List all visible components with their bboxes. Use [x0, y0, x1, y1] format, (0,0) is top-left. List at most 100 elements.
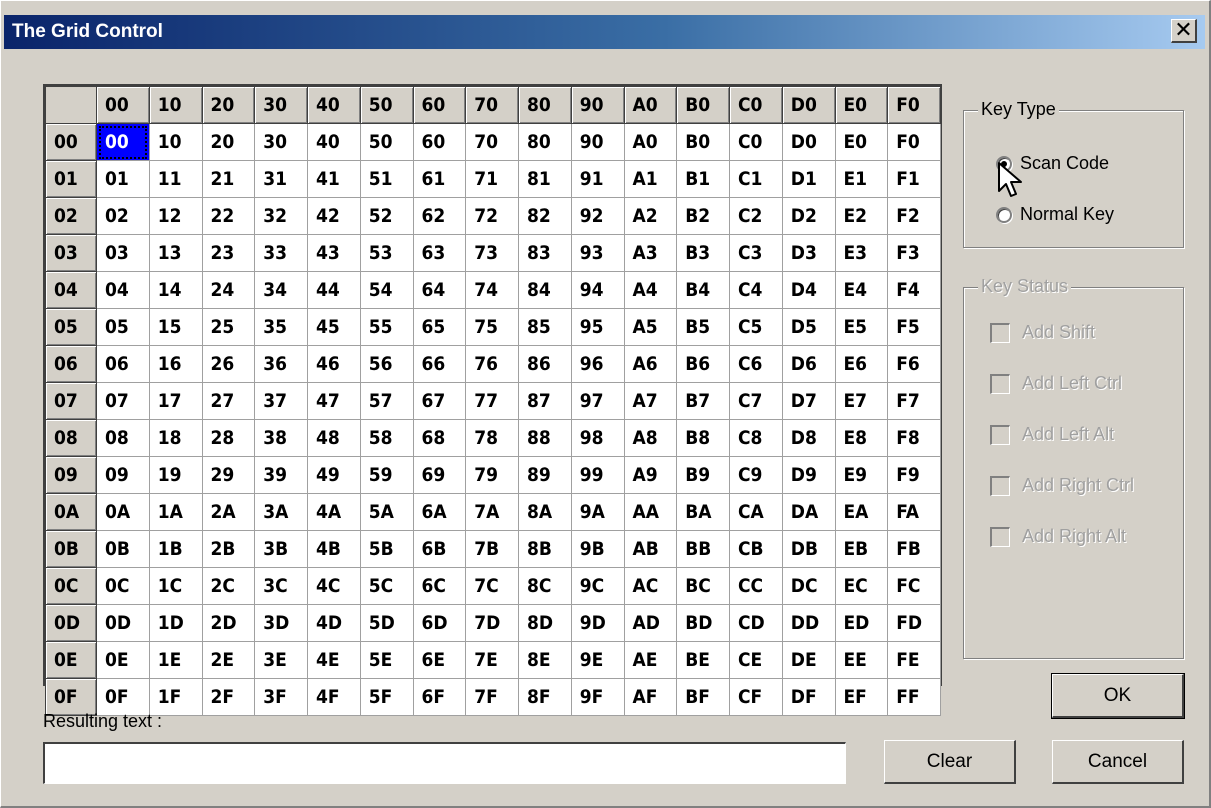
grid-cell[interactable]: 90	[570, 123, 625, 161]
grid-cell[interactable]: 65	[412, 308, 467, 346]
grid-cell[interactable]: 34	[254, 271, 308, 309]
grid-cell[interactable]: 2F	[201, 678, 256, 716]
grid-cell[interactable]: 8E	[518, 641, 572, 679]
grid-cell[interactable]: 21	[201, 160, 256, 198]
grid-cell[interactable]: A8	[623, 419, 678, 457]
grid-cell[interactable]: B5	[676, 308, 730, 346]
grid-cell[interactable]: 91	[570, 160, 625, 198]
grid-cell[interactable]: 54	[359, 271, 414, 309]
grid-cell[interactable]: 6D	[412, 604, 467, 642]
grid-cell[interactable]: E9	[834, 456, 889, 494]
grid-cell[interactable]: A4	[623, 271, 678, 309]
grid-cell[interactable]: F9	[887, 456, 941, 494]
grid-cell[interactable]: 4D	[307, 604, 361, 642]
grid-cell[interactable]: 36	[254, 345, 308, 383]
grid-cell[interactable]: A2	[623, 197, 678, 235]
grid-cell[interactable]: CB	[729, 530, 783, 568]
grid-cell[interactable]: A7	[623, 382, 678, 420]
grid-cell[interactable]: 61	[412, 160, 467, 198]
grid-cell[interactable]: FE	[887, 641, 941, 679]
grid-cell[interactable]: F3	[887, 234, 941, 272]
grid-cell[interactable]: B8	[676, 419, 730, 457]
grid-cell[interactable]: 66	[412, 345, 467, 383]
grid-cell[interactable]: 19	[148, 456, 203, 494]
grid-cell[interactable]: 64	[412, 271, 467, 309]
grid-cell[interactable]: 23	[201, 234, 256, 272]
grid-cell[interactable]: 9E	[570, 641, 625, 679]
grid-cell[interactable]: 5E	[359, 641, 414, 679]
grid-cell[interactable]: 46	[307, 345, 361, 383]
grid-cell[interactable]: B7	[676, 382, 730, 420]
grid-cell[interactable]: 7D	[465, 604, 519, 642]
grid-cell[interactable]: A0	[623, 123, 678, 161]
grid-cell[interactable]: 30	[254, 123, 308, 161]
radio-normal-key[interactable]: Normal Key	[996, 204, 1114, 225]
grid-cell[interactable]: A9	[623, 456, 678, 494]
grid-cell[interactable]: 1C	[148, 567, 203, 605]
grid-cell[interactable]: D9	[781, 456, 836, 494]
grid-cell[interactable]: 6E	[412, 641, 467, 679]
grid-cell[interactable]: 37	[254, 382, 308, 420]
grid-cell[interactable]: 85	[518, 308, 572, 346]
grid-cell[interactable]: 06	[96, 345, 150, 383]
grid-cell[interactable]: 3C	[254, 567, 308, 605]
checkbox-add-shift[interactable]: Add Shift	[990, 322, 1095, 343]
grid-cell[interactable]: 45	[307, 308, 361, 346]
grid-cell[interactable]: 53	[359, 234, 414, 272]
grid-cell[interactable]: 59	[359, 456, 414, 494]
grid-cell[interactable]: 5D	[359, 604, 414, 642]
grid-cell[interactable]: 92	[570, 197, 625, 235]
grid-cell[interactable]: C4	[729, 271, 783, 309]
grid-cell[interactable]: 80	[518, 123, 572, 161]
grid-cell[interactable]: 1E	[148, 641, 203, 679]
grid-cell[interactable]: 2D	[201, 604, 256, 642]
grid-cell[interactable]: 57	[359, 382, 414, 420]
grid-cell[interactable]: 14	[148, 271, 203, 309]
grid-cell[interactable]: 41	[307, 160, 361, 198]
grid-cell[interactable]: 68	[412, 419, 467, 457]
grid-cell[interactable]: 5A	[359, 493, 414, 531]
grid-cell[interactable]: F4	[887, 271, 941, 309]
grid-cell[interactable]: 39	[254, 456, 308, 494]
grid-cell[interactable]: FA	[887, 493, 941, 531]
grid-cell[interactable]: EA	[834, 493, 889, 531]
grid-cell[interactable]: 9F	[570, 678, 625, 716]
grid-cell[interactable]: 7B	[465, 530, 519, 568]
grid-cell[interactable]: 09	[96, 456, 150, 494]
grid-cell[interactable]: 71	[465, 160, 519, 198]
grid-cell[interactable]: 83	[518, 234, 572, 272]
grid-cell[interactable]: 60	[412, 123, 467, 161]
grid-cell[interactable]: 9A	[570, 493, 625, 531]
grid-cell[interactable]: 04	[96, 271, 150, 309]
grid-cell[interactable]: 94	[570, 271, 625, 309]
grid-cell[interactable]: 17	[148, 382, 203, 420]
grid-cell[interactable]: F1	[887, 160, 941, 198]
grid-cell[interactable]: CE	[729, 641, 783, 679]
grid-cell[interactable]: A5	[623, 308, 678, 346]
grid-cell[interactable]: 7A	[465, 493, 519, 531]
checkbox-add-right-alt[interactable]: Add Right Alt	[990, 526, 1126, 547]
grid-cell[interactable]: 29	[201, 456, 256, 494]
grid-cell[interactable]: 9C	[570, 567, 625, 605]
grid-cell[interactable]: FC	[887, 567, 941, 605]
grid-cell[interactable]: 20	[201, 123, 256, 161]
grid-cell[interactable]: 8C	[518, 567, 572, 605]
checkbox-icon[interactable]	[990, 475, 1010, 496]
grid-cell[interactable]: F0	[887, 123, 941, 161]
grid-cell[interactable]: 95	[570, 308, 625, 346]
grid-cell[interactable]: 22	[201, 197, 256, 235]
grid-cell[interactable]: 26	[201, 345, 256, 383]
grid-cell[interactable]: 6B	[412, 530, 467, 568]
grid-cell[interactable]: EB	[834, 530, 889, 568]
grid-cell[interactable]: C1	[729, 160, 783, 198]
grid-cell[interactable]: BB	[676, 530, 730, 568]
grid-cell[interactable]: B6	[676, 345, 730, 383]
grid-cell[interactable]: D0	[781, 123, 836, 161]
grid-cell[interactable]: 40	[307, 123, 361, 161]
grid-cell[interactable]: EC	[834, 567, 889, 605]
grid-cell[interactable]: 3E	[254, 641, 308, 679]
grid-cell[interactable]: 0D	[96, 604, 150, 642]
grid-cell[interactable]: 1A	[148, 493, 203, 531]
grid-cell[interactable]: 75	[465, 308, 519, 346]
grid-cell[interactable]: BA	[676, 493, 730, 531]
